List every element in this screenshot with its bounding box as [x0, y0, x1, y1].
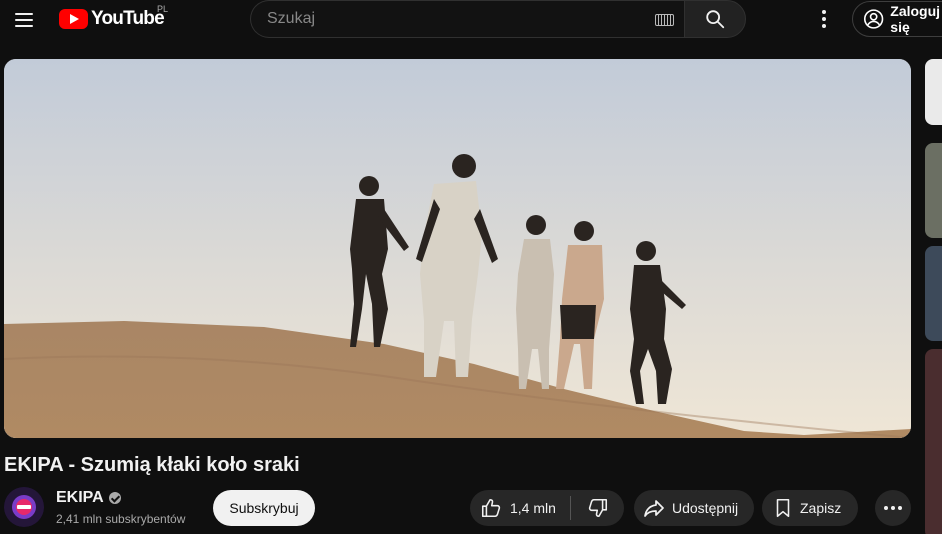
- share-icon: [644, 500, 664, 517]
- thumb-up-icon: [481, 498, 501, 518]
- video-frame: [4, 59, 911, 438]
- country-code: PL: [157, 4, 169, 14]
- youtube-play-icon: [59, 9, 88, 29]
- more-actions-button[interactable]: [875, 490, 911, 526]
- account-icon: [863, 9, 884, 29]
- save-button[interactable]: Zapisz: [762, 490, 858, 526]
- related-video-thumbnail[interactable]: [925, 143, 942, 238]
- top-bar: YouTube PL Zaloguj się: [0, 0, 942, 40]
- signin-label: Zaloguj się: [890, 3, 941, 35]
- youtube-logo[interactable]: YouTube: [59, 7, 165, 31]
- thumb-down-icon: [588, 498, 607, 518]
- logo-text: YouTube: [91, 8, 165, 29]
- more-vert-icon[interactable]: [808, 3, 840, 35]
- channel-avatar[interactable]: [4, 487, 44, 527]
- like-count: 1,4 mln: [510, 500, 556, 516]
- subscribe-button[interactable]: Subskrybuj: [213, 490, 315, 526]
- dislike-button[interactable]: [571, 490, 624, 526]
- subscriber-count: 2,41 mln subskrybentów: [56, 512, 186, 526]
- related-video-thumbnail[interactable]: [925, 246, 942, 341]
- related-video-thumbnail[interactable]: [925, 59, 942, 125]
- search-button[interactable]: [684, 0, 746, 38]
- related-video-thumbnail[interactable]: [925, 349, 942, 534]
- save-label: Zapisz: [800, 500, 842, 516]
- video-title: EKIPA - Szumią kłaki koło sraki: [4, 454, 300, 476]
- signin-button[interactable]: Zaloguj się: [852, 1, 942, 37]
- like-button[interactable]: 1,4 mln: [470, 490, 570, 526]
- search-input[interactable]: [267, 10, 637, 28]
- channel-name-label: EKIPA: [56, 489, 104, 506]
- like-dislike-group: 1,4 mln: [470, 490, 624, 526]
- search-bar: [250, 0, 746, 38]
- video-player[interactable]: [4, 59, 911, 438]
- more-horiz-icon: [884, 506, 888, 510]
- share-label: Udostępnij: [672, 500, 739, 516]
- keyboard-icon[interactable]: [655, 14, 674, 26]
- channel-logo-icon: [4, 487, 44, 527]
- share-button[interactable]: Udostępnij: [634, 490, 754, 526]
- menu-icon[interactable]: [6, 2, 42, 38]
- bookmark-icon: [776, 498, 790, 518]
- verified-icon: [108, 492, 121, 504]
- search-icon: [706, 10, 725, 29]
- search-field-container: [250, 0, 684, 38]
- channel-name[interactable]: EKIPA: [56, 489, 121, 507]
